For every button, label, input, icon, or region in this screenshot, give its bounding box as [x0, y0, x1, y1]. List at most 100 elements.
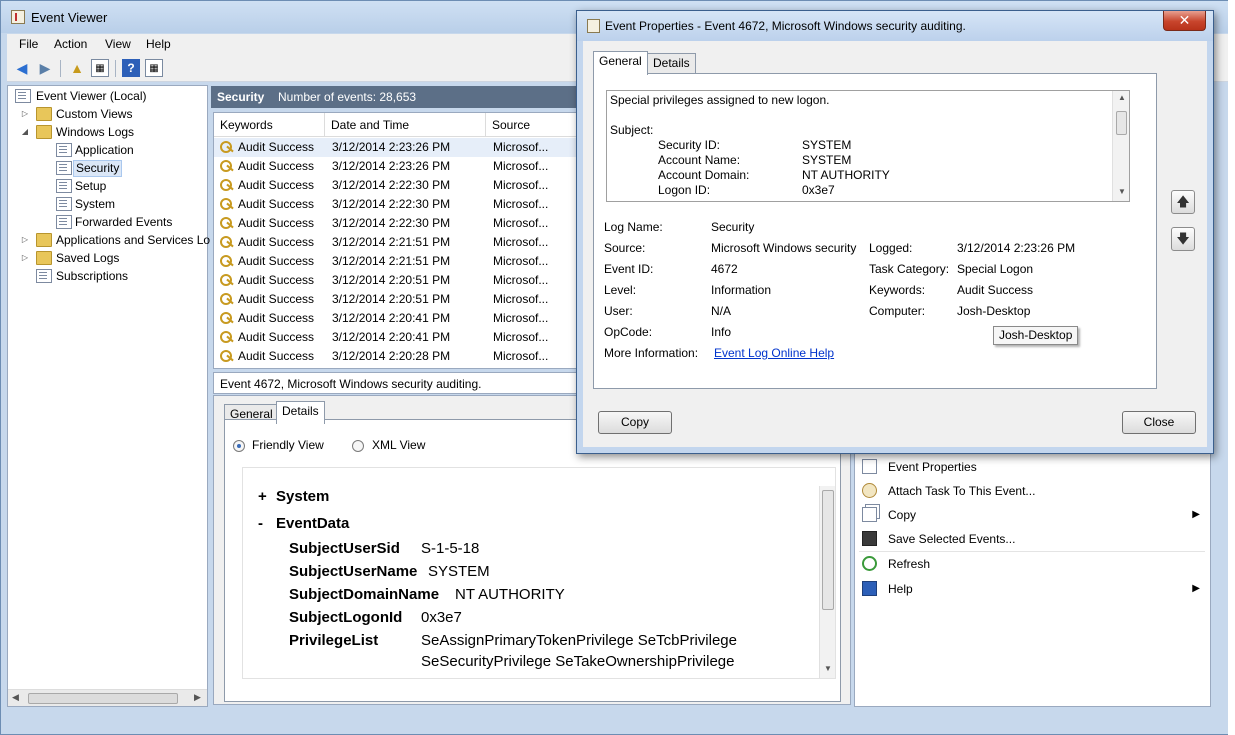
opcode-label: OpCode:: [604, 325, 653, 339]
scroll-up-icon[interactable]: ▲: [1118, 93, 1126, 102]
level-label: Level:: [604, 283, 637, 297]
action-copy[interactable]: Copy ▶: [855, 503, 1210, 527]
action-label: Copy: [888, 508, 917, 522]
event-date-time: 3/12/2014 2:20:28 PM: [332, 349, 451, 363]
help-icon[interactable]: ?: [122, 59, 140, 77]
audit-success-key-icon: [220, 178, 234, 192]
scroll-left-icon[interactable]: ◀: [12, 692, 19, 703]
tab-details[interactable]: Details: [276, 401, 325, 424]
user-label: User:: [604, 304, 633, 318]
action-label: Attach Task To This Event...: [888, 484, 1036, 498]
log-icon: [56, 161, 72, 175]
menu-help[interactable]: Help: [146, 37, 171, 51]
event-log-online-help-link[interactable]: Event Log Online Help: [714, 346, 834, 360]
event-source: Microsof...: [493, 159, 549, 173]
description-key: Account Name:: [658, 153, 741, 167]
logged-label: Logged:: [869, 241, 913, 255]
task-category-value: Special Logon: [957, 262, 1034, 276]
friendly-view-content: + System - EventData SubjectUserSid S-1-…: [242, 467, 836, 679]
system-toggle[interactable]: +: [258, 488, 267, 505]
action-save-selected-events[interactable]: Save Selected Events...: [855, 527, 1210, 551]
description-scroll-thumb[interactable]: [1116, 111, 1127, 135]
computer-value: Josh-Desktop: [957, 304, 1031, 318]
event-keywords: Audit Success: [238, 349, 315, 363]
action-label: Refresh: [888, 557, 931, 571]
close-button[interactable]: Close: [1122, 411, 1196, 434]
event-date-time: 3/12/2014 2:21:51 PM: [332, 254, 451, 268]
description-scrollbar[interactable]: ▲ ▼: [1112, 91, 1129, 201]
action-event-properties[interactable]: Event Properties: [855, 455, 1210, 479]
event-keywords: Audit Success: [238, 254, 315, 268]
dialog-tab-general[interactable]: General: [593, 51, 648, 75]
show-hide-tree-icon[interactable]: ▦: [91, 59, 109, 77]
tree-item-security[interactable]: Security: [12, 159, 202, 177]
audit-success-key-icon: [220, 216, 234, 230]
dialog-close-x-button[interactable]: ✕: [1163, 11, 1206, 31]
properties-icon: [862, 459, 877, 474]
menu-file[interactable]: File: [19, 37, 38, 51]
log-icon: [56, 197, 72, 211]
tree-horizontal-scrollbar[interactable]: ◀ ▶: [8, 689, 207, 706]
action-refresh[interactable]: Refresh: [855, 552, 1210, 576]
friendly-view-scroll-thumb[interactable]: [822, 490, 834, 610]
event-keywords: Audit Success: [238, 330, 315, 344]
next-event-button[interactable]: 🡇: [1171, 227, 1195, 251]
copy-button[interactable]: Copy: [598, 411, 672, 434]
log-icon: [56, 143, 72, 157]
action-attach-task-to-this-event[interactable]: Attach Task To This Event...: [855, 479, 1210, 503]
event-source: Microsof...: [493, 292, 549, 306]
event-keywords: Audit Success: [238, 216, 315, 230]
dialog-tab-details[interactable]: Details: [647, 53, 696, 73]
show-hide-action-pane-icon[interactable]: ▦: [145, 59, 163, 77]
previous-event-button[interactable]: 🡅: [1171, 190, 1195, 214]
event-source: Microsof...: [493, 140, 549, 154]
description-text: Special privileges assigned to new logon…: [610, 93, 830, 107]
description-subject: Subject:: [610, 123, 654, 137]
event-description-box[interactable]: Special privileges assigned to new logon…: [606, 90, 1130, 202]
collapse-icon[interactable]: ◢: [20, 123, 30, 141]
friendly-view-radio[interactable]: [233, 440, 245, 452]
event-source: Microsof...: [493, 216, 549, 230]
scroll-right-icon[interactable]: ▶: [194, 692, 201, 703]
back-arrow-icon[interactable]: ◀: [13, 59, 31, 77]
submenu-arrow-icon: ▶: [1192, 509, 1200, 520]
event-keywords: Audit Success: [238, 159, 315, 173]
event-source: Microsof...: [493, 330, 549, 344]
eventdata-toggle[interactable]: -: [258, 515, 263, 532]
source-label: Source:: [604, 241, 646, 255]
level-value: Information: [711, 283, 772, 297]
audit-success-key-icon: [220, 254, 234, 268]
scroll-down-icon[interactable]: ▼: [1118, 187, 1126, 196]
column-header-keywords[interactable]: Keywords: [214, 113, 325, 137]
field-key: SubjectUserSid: [289, 540, 400, 557]
expand-icon[interactable]: ▷: [20, 231, 30, 249]
expand-icon[interactable]: ▷: [20, 249, 30, 267]
audit-success-key-icon: [220, 235, 234, 249]
field-value-continued: SeSecurityPrivilege SeTakeOwnershipPrivi…: [421, 653, 735, 670]
forward-arrow-icon[interactable]: ▶: [36, 59, 54, 77]
tree-scroll-thumb[interactable]: [28, 693, 178, 704]
logged-value: 3/12/2014 2:23:26 PM: [957, 241, 1076, 255]
action-help[interactable]: Help ▶: [855, 577, 1210, 601]
menu-view[interactable]: View: [105, 37, 131, 51]
scroll-down-icon[interactable]: ▼: [824, 664, 832, 673]
column-header-date-time[interactable]: Date and Time: [325, 113, 486, 137]
up-folder-icon[interactable]: ▲: [68, 59, 86, 77]
description-value: 0x3e7: [802, 183, 835, 197]
refresh-icon: [862, 556, 877, 571]
event-source: Microsof...: [493, 197, 549, 211]
friendly-view-scrollbar[interactable]: ▼: [819, 486, 835, 678]
eventdata-node[interactable]: EventData: [276, 515, 349, 532]
dialog-titlebar[interactable]: Event Properties - Event 4672, Microsoft…: [577, 11, 1213, 41]
menu-action[interactable]: Action: [54, 37, 87, 51]
xml-view-radio[interactable]: [352, 440, 364, 452]
dialog-general-page: Special privileges assigned to new logon…: [593, 73, 1157, 389]
expand-icon[interactable]: ▷: [20, 105, 30, 123]
xml-view-label[interactable]: XML View: [372, 438, 425, 452]
system-node[interactable]: System: [276, 488, 329, 505]
event-properties-dialog: Event Properties - Event 4672, Microsoft…: [576, 10, 1214, 454]
event-properties-icon: [587, 19, 600, 33]
opcode-value: Info: [711, 325, 732, 339]
friendly-view-label[interactable]: Friendly View: [252, 438, 324, 452]
event-date-time: 3/12/2014 2:23:26 PM: [332, 140, 451, 154]
